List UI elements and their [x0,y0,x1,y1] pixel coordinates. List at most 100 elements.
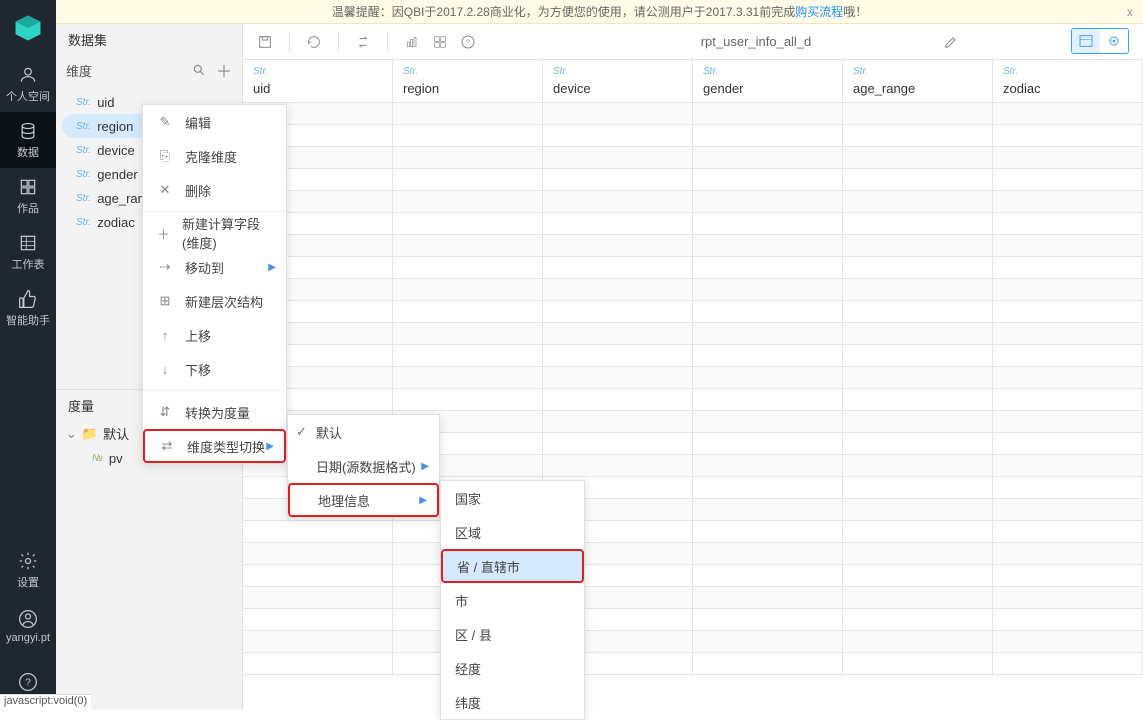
nav-item-user[interactable]: 个人空间 [0,56,56,112]
banner-link[interactable]: 购买流程 [795,3,843,20]
search-icon[interactable] [192,65,206,80]
close-icon[interactable]: x [1127,5,1133,19]
nav-item-sheet[interactable]: 工作表 [0,224,56,280]
submenu-item[interactable]: 日期(源数据格式) ▶ [288,449,439,483]
table-row[interactable] [243,345,1143,367]
menu-item[interactable]: ⇵转换为度量 [143,395,286,429]
column-name: region [403,81,532,96]
menu-item[interactable]: ⇄维度类型切换▶ [143,429,286,463]
table-row[interactable] [243,323,1143,345]
submenu-item[interactable]: 地理信息▶ [288,483,439,517]
focus-view-button[interactable] [1100,29,1128,53]
context-menu: ✎ 编辑 ⎘克隆维度✕删除 ＋新建计算字段(维度)⇢移动到▶ ⊞ 新建层次结构 ↑上移↓下移… [142,104,287,464]
dimension-name: device [97,143,135,158]
nav-item-db[interactable]: 数据 [0,112,56,168]
table-row[interactable] [243,147,1143,169]
sync-icon[interactable] [353,32,373,52]
geo-option[interactable]: 经度 [441,651,584,685]
menu-label: 上移 [185,326,211,345]
nav-item-avatar[interactable]: yangyi.pt [0,598,56,654]
table-row[interactable] [243,609,1143,631]
type-badge: Str. [76,121,91,132]
menu-icon: ⇵ [157,404,173,420]
table-view-button[interactable] [1072,29,1100,53]
table-row[interactable] [243,565,1143,587]
chart-icon[interactable] [402,32,422,52]
table-row[interactable] [243,257,1143,279]
type-badge: Str. [76,97,91,108]
column-header[interactable]: Str.zodiac [993,60,1143,102]
refresh-icon[interactable] [304,32,324,52]
nav-item-gear[interactable]: 设置 [0,542,56,598]
dimension-name: zodiac [97,215,135,230]
submenu-label: 日期(源数据格式) [316,457,416,476]
geo-option[interactable]: 市 [441,583,584,617]
menu-item[interactable]: ⊞ 新建层次结构 [143,284,286,318]
grid-body[interactable] [243,103,1143,710]
column-header[interactable]: Str.gender [693,60,843,102]
dataset-title-input[interactable] [606,30,906,54]
column-name: age_range [853,81,982,96]
menu-label: 编辑 [185,113,211,132]
geo-option[interactable]: 区 / 县 [441,617,584,651]
menu-item[interactable]: ⎘克隆维度 [143,139,286,173]
edit-icon[interactable] [941,32,961,52]
help-icon[interactable]: ? [458,32,478,52]
geo-label: 区域 [455,523,481,542]
table-row[interactable] [243,521,1143,543]
column-header[interactable]: Str.uid [243,60,393,102]
menu-item[interactable]: ↓下移 [143,352,286,386]
table-row[interactable] [243,631,1143,653]
table-row[interactable] [243,213,1143,235]
banner-suffix: 哦！ [843,3,867,20]
menu-item[interactable]: ＋新建计算字段(维度) [143,216,286,250]
chevron-right-icon: ▶ [419,495,427,506]
table-row[interactable] [243,543,1143,565]
table-row[interactable] [243,653,1143,675]
menu-item[interactable]: ✎ 编辑 [143,105,286,139]
geo-option[interactable]: 省 / 直辖市 [441,549,584,583]
menu-item[interactable]: ⇢移动到▶ [143,250,286,284]
submenu-item[interactable]: 默认 [288,415,439,449]
column-header[interactable]: Str.region [393,60,543,102]
menu-item[interactable]: ↑上移 [143,318,286,352]
table-row[interactable] [243,125,1143,147]
menu-label: 新建计算字段(维度) [182,214,272,252]
geo-option[interactable]: 国家 [441,481,584,515]
column-header[interactable]: Str. age_range [843,60,993,102]
geo-option[interactable]: 区域 [441,515,584,549]
menu-icon: ⊞ [157,293,173,309]
nav-rail: 个人空间数据作品工作表智能助手 设置yangyi.pt? [0,0,56,710]
table-row[interactable] [243,301,1143,323]
menu-label: 新建层次结构 [185,292,263,311]
chevron-right-icon: ▶ [421,461,429,472]
nav-item-grid[interactable]: 作品 [0,168,56,224]
menu-icon: ✎ [157,114,173,130]
svg-text:?: ? [466,37,470,46]
table-row[interactable] [243,235,1143,257]
menu-label: 删除 [185,181,211,200]
nav-item-thumb[interactable]: 智能助手 [0,280,56,336]
save-icon[interactable] [255,32,275,52]
menu-label: 克隆维度 [185,147,237,166]
geo-label: 经度 [455,659,481,678]
table-row[interactable] [243,279,1143,301]
table-row[interactable] [243,587,1143,609]
main-area: ? Str.uidStr.regionStr.deviceStr.genderS… [243,24,1143,710]
type-badge: Str. [853,66,982,77]
chevron-right-icon: ▶ [266,441,274,452]
grid-icon[interactable] [430,32,450,52]
table-row[interactable] [243,103,1143,125]
geo-option[interactable]: 纬度 [441,685,584,719]
table-row[interactable] [243,389,1143,411]
table-row[interactable] [243,367,1143,389]
menu-item[interactable]: ✕删除 [143,173,286,207]
add-icon[interactable]: ＋ [216,64,232,81]
column-header[interactable]: Str.device [543,60,693,102]
app-logo[interactable] [0,0,56,56]
table-row[interactable] [243,169,1143,191]
table-row[interactable] [243,191,1143,213]
menu-label: 下移 [185,360,211,379]
submenu-label: 默认 [316,423,342,442]
toolbar: ? [243,24,1143,60]
